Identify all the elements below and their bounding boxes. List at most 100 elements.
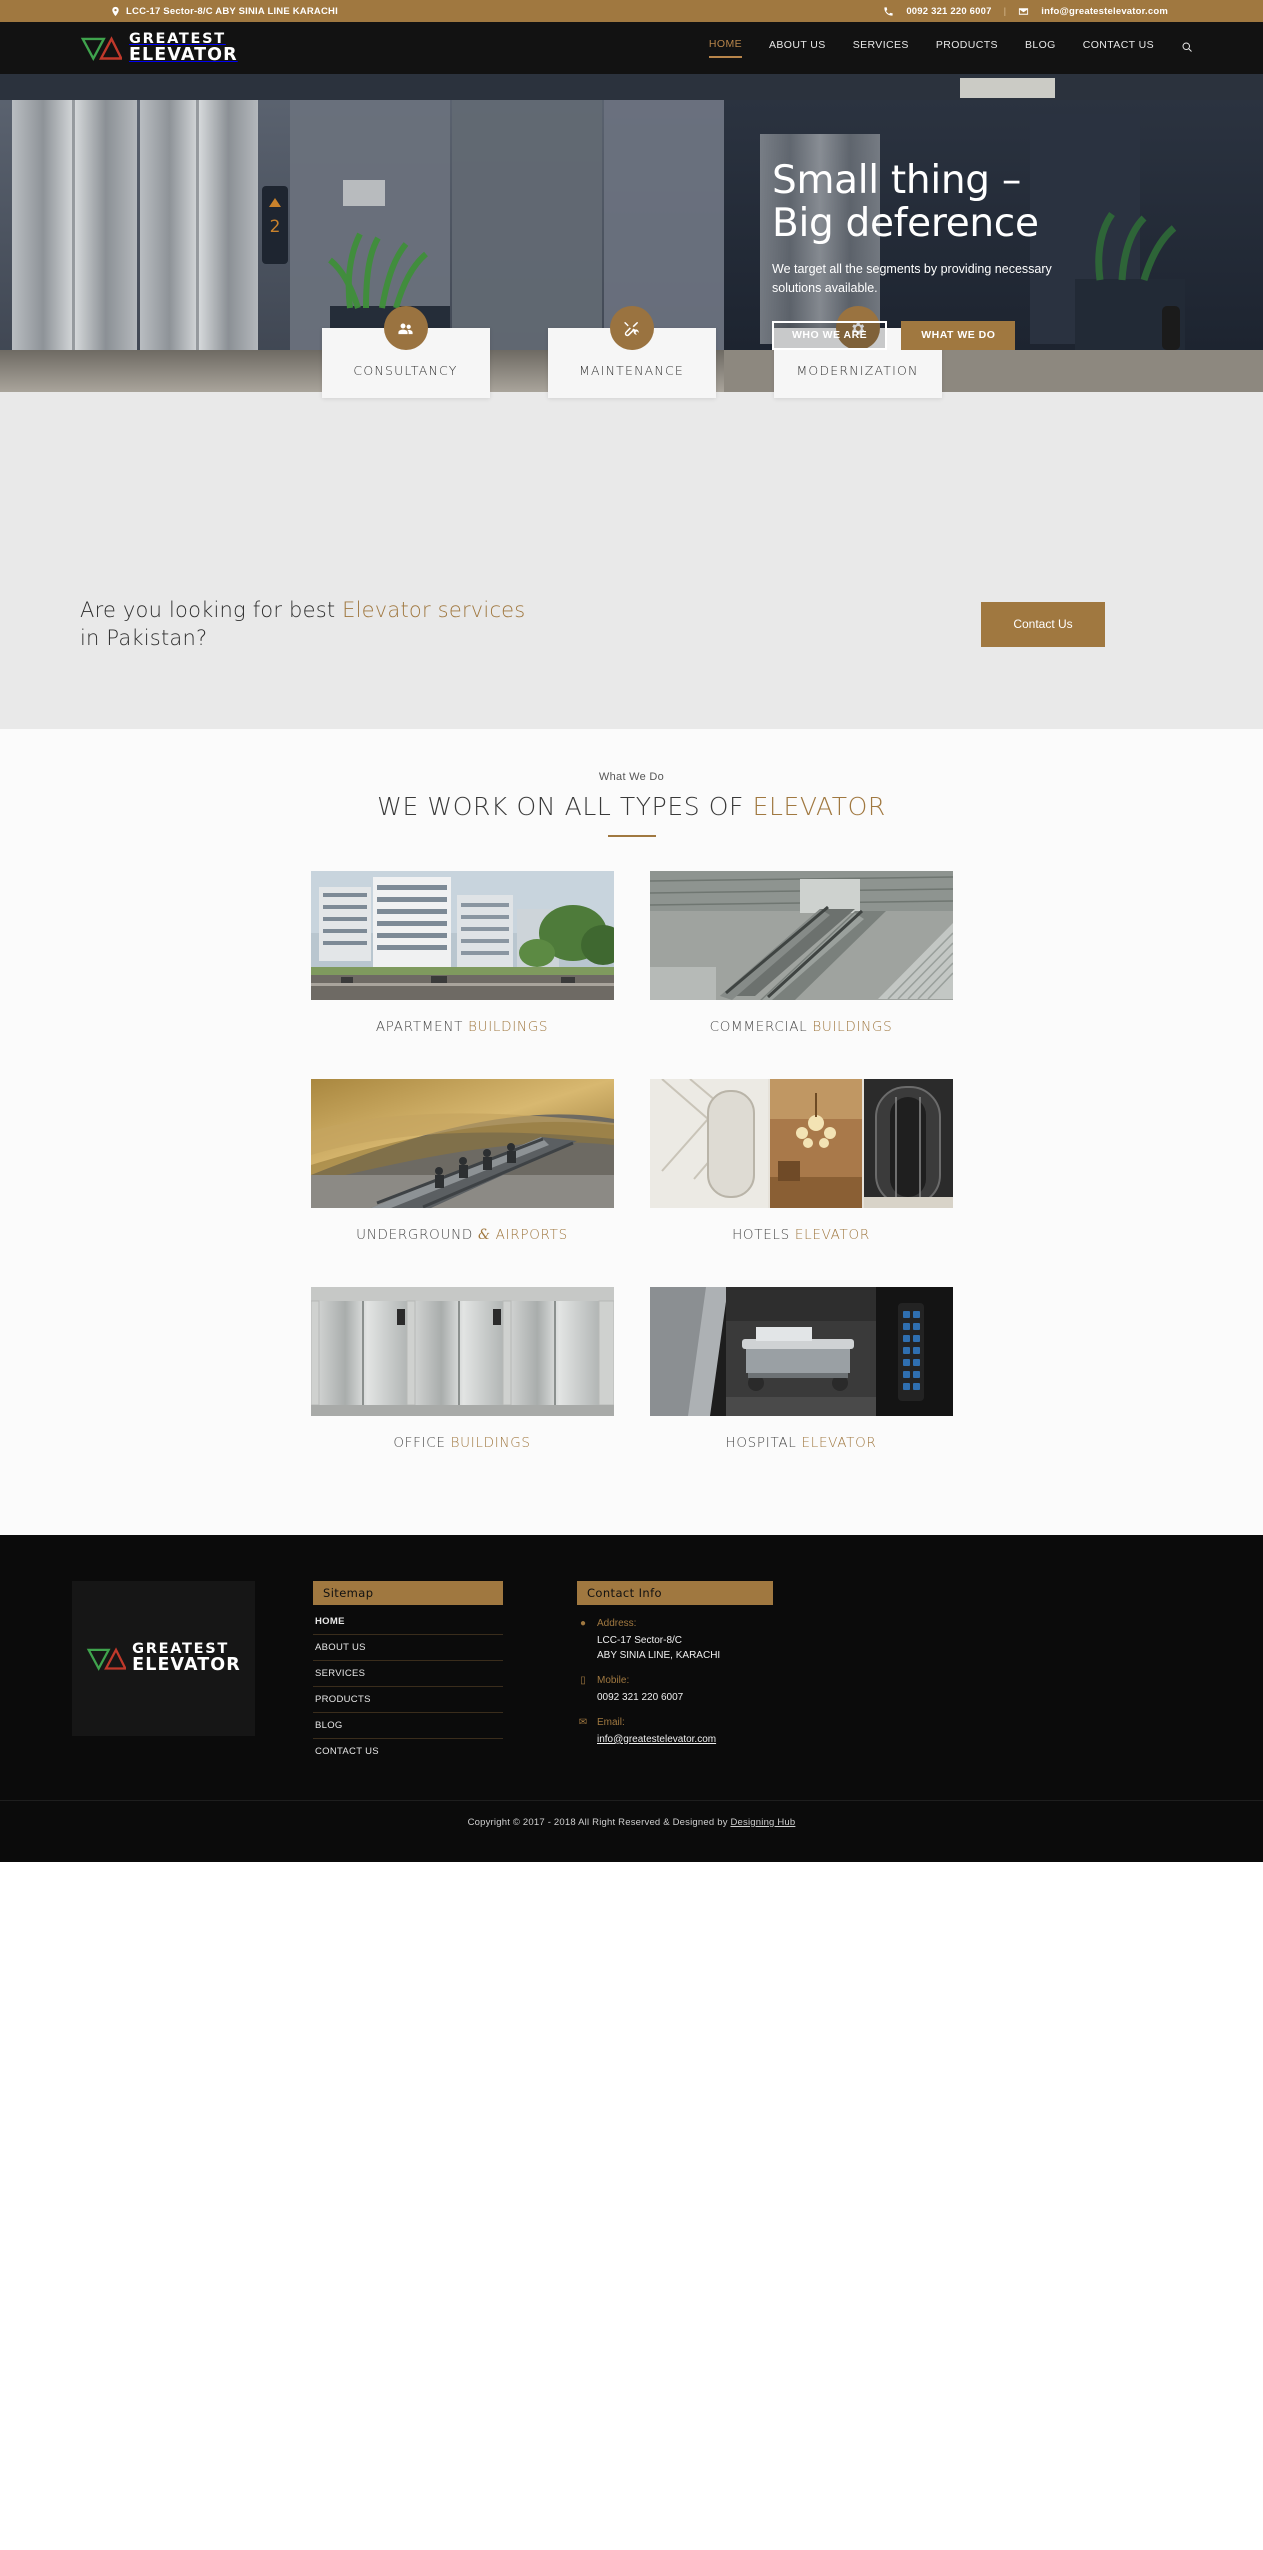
service-card-consultancy[interactable]: CONSULTANCY <box>321 306 490 398</box>
tile-hospital-elevator[interactable]: HOSPITAL ELEVATOR <box>649 1286 953 1479</box>
top-info-bar: LCC-17 Sector-8/C ABY SINIA LINE KARACHI… <box>0 0 1263 22</box>
tile-caption-plain: OFFICE <box>393 1434 451 1451</box>
footer-logo-text: GREATEST ELEVATOR <box>132 1642 241 1675</box>
tile-caption: UNDERGROUND & AIRPORTS <box>311 1227 614 1243</box>
cta-text-after: in Pakistan? <box>80 626 208 651</box>
hotels-elevator-photo <box>649 1078 953 1208</box>
list-item: SERVICES <box>313 1661 503 1687</box>
service-card-maintenance[interactable]: MAINTENANCE <box>547 306 716 398</box>
tile-caption-plain: UNDERGROUND <box>356 1226 478 1243</box>
hero-title-line1: Small thing – <box>772 158 1022 203</box>
location-pin-icon <box>112 6 119 16</box>
site-header: GREATEST ELEVATOR HOME ABOUT US SERVICES… <box>0 22 1263 74</box>
nav-item-products[interactable]: PRODUCTS <box>936 39 998 57</box>
footer-logo[interactable]: GREATEST ELEVATOR <box>86 1642 241 1675</box>
topbar-address-text: LCC-17 Sector-8/C ABY SINIA LINE KARACHI <box>126 5 338 17</box>
service-card-label: CONSULTANCY <box>353 363 458 378</box>
service-cards-band: CONSULTANCY MAINTENANCE MODERNIZATION <box>0 306 1263 562</box>
main-navigation: HOME ABOUT US SERVICES PRODUCTS BLOG CON… <box>708 38 1193 58</box>
cta-text-before: Are you looking for best <box>80 598 343 622</box>
tile-caption-highlight: AIRPORTS <box>490 1226 568 1243</box>
contact-us-button[interactable]: Contact Us <box>981 601 1105 647</box>
footer-email-group: ✉ Email: info@greatestelevator.com <box>577 1716 773 1747</box>
topbar-separator: | <box>1003 5 1007 17</box>
tile-commercial-buildings[interactable]: COMMERCIAL BUILDINGS <box>649 870 953 1063</box>
list-item: ABOUT US <box>313 1635 503 1661</box>
list-item: PRODUCTS <box>313 1687 503 1713</box>
tile-caption-highlight: ELEVATOR <box>794 1226 870 1243</box>
hospital-elevator-photo <box>649 1286 953 1416</box>
apartment-buildings-photo <box>310 870 614 1000</box>
svg-text:2: 2 <box>270 217 281 237</box>
underground-airports-photo <box>310 1078 614 1208</box>
nav-item-contact-us[interactable]: CONTACT US <box>1083 39 1154 57</box>
hero-buttons: WHO WE ARE WHAT WE DO <box>772 320 1202 350</box>
footer-logo-line1: GREATEST <box>132 1640 229 1657</box>
footer-link-services[interactable]: SERVICES <box>313 1661 503 1686</box>
topbar-contacts: 0092 321 220 6007 | info@greatestelevato… <box>883 6 1168 17</box>
footer-logo-box: GREATEST ELEVATOR <box>72 1580 255 1736</box>
who-we-are-button[interactable]: WHO WE ARE <box>772 320 888 350</box>
section-eyebrow: What We Do <box>598 770 665 783</box>
section-title-before: WE WORK ON ALL TYPES OF <box>377 791 753 821</box>
footer-contact-heading: Contact Info <box>577 1580 773 1605</box>
footer-address-group: ● Address: LCC-17 Sector-8/C ABY SINIA L… <box>577 1617 773 1663</box>
tile-apartment-buildings[interactable]: APARTMENT BUILDINGS <box>310 870 614 1063</box>
tile-hotels-elevator[interactable]: HOTELS ELEVATOR <box>649 1078 953 1271</box>
footer-email-link[interactable]: info@greatestelevator.com <box>597 1734 716 1745</box>
site-logo[interactable]: GREATEST ELEVATOR <box>80 31 238 65</box>
footer-address-label: Address: <box>597 1617 637 1629</box>
footer-link-products[interactable]: PRODUCTS <box>313 1687 503 1712</box>
tile-caption-highlight: BUILDINGS <box>468 1018 549 1035</box>
mobile-phone-icon: ▯ <box>580 1674 586 1686</box>
tile-underground-airports[interactable]: UNDERGROUND & AIRPORTS <box>310 1078 614 1271</box>
what-we-do-button[interactable]: WHAT WE DO <box>901 320 1016 350</box>
section-divider <box>607 834 656 837</box>
footer-address-label-row: ● Address: <box>577 1617 773 1631</box>
footer-logo-line2: ELEVATOR <box>132 1655 241 1676</box>
copyright-text: Copyright © 2017 - 2018 All Right Reserv… <box>467 1816 731 1828</box>
tile-office-buildings[interactable]: OFFICE BUILDINGS <box>310 1286 614 1479</box>
topbar-email-link[interactable]: info@greatestelevator.com <box>1041 6 1168 17</box>
tile-caption-highlight: BUILDINGS <box>450 1434 531 1451</box>
tile-caption-plain: COMMERCIAL <box>709 1018 813 1035</box>
footer-address-line2: ABY SINIA LINE, KARACHI <box>597 1649 721 1661</box>
tile-caption: HOSPITAL ELEVATOR <box>650 1435 953 1451</box>
tile-caption: OFFICE BUILDINGS <box>311 1435 614 1451</box>
service-card-label: MAINTENANCE <box>579 363 684 378</box>
envelope-icon <box>1019 7 1029 15</box>
footer-email-label-row: ✉ Email: <box>577 1716 773 1730</box>
footer-columns: GREATEST ELEVATOR Sitemap HOME ABOUT US … <box>0 1580 1263 1764</box>
logo-line2: ELEVATOR <box>129 45 238 65</box>
footer-link-blog[interactable]: BLOG <box>313 1713 503 1738</box>
topbar-phone-link[interactable]: 0092 321 220 6007 <box>906 6 991 17</box>
list-item: HOME <box>313 1609 503 1635</box>
footer-mobile-label-row: ▯ Mobile: <box>577 1674 773 1688</box>
footer-sitemap-heading: Sitemap <box>313 1580 503 1605</box>
section-title-highlight: ELEVATOR <box>752 791 886 821</box>
tile-caption-plain: APARTMENT <box>375 1018 469 1035</box>
users-icon <box>383 306 428 350</box>
footer-link-contact-us[interactable]: CONTACT US <box>313 1739 503 1764</box>
section-title: WE WORK ON ALL TYPES OF ELEVATOR <box>0 792 1263 821</box>
footer-sitemap-column: Sitemap HOME ABOUT US SERVICES PRODUCTS … <box>313 1580 503 1764</box>
nav-item-services[interactable]: SERVICES <box>853 39 909 57</box>
elevator-types-grid: APARTMENT BUILDINGS COMMERCIAL BUILDINGS… <box>0 870 1263 1495</box>
nav-item-about-us[interactable]: ABOUT US <box>769 39 826 57</box>
nav-item-blog[interactable]: BLOG <box>1025 39 1056 57</box>
footer-mobile-group: ▯ Mobile: 0092 321 220 6007 <box>577 1674 773 1705</box>
footer-link-home[interactable]: HOME <box>313 1609 503 1634</box>
designer-link[interactable]: Designing Hub <box>730 1817 795 1828</box>
list-item: CONTACT US <box>313 1739 503 1764</box>
search-button[interactable] <box>1181 41 1193 55</box>
footer-contact-info: ● Address: LCC-17 Sector-8/C ABY SINIA L… <box>577 1617 773 1747</box>
tile-caption-highlight: ELEVATOR <box>801 1434 877 1451</box>
tools-icon <box>609 306 654 350</box>
phone-icon <box>884 6 893 16</box>
footer-sitemap-links: HOME ABOUT US SERVICES PRODUCTS BLOG CON… <box>313 1609 503 1764</box>
footer-link-about-us[interactable]: ABOUT US <box>313 1635 503 1660</box>
tile-caption-plain: HOTELS <box>732 1226 795 1243</box>
footer-address-line1: LCC-17 Sector-8/C <box>597 1634 683 1646</box>
copyright-bar: Copyright © 2017 - 2018 All Right Reserv… <box>0 1799 1263 1828</box>
nav-item-home[interactable]: HOME <box>708 38 742 58</box>
